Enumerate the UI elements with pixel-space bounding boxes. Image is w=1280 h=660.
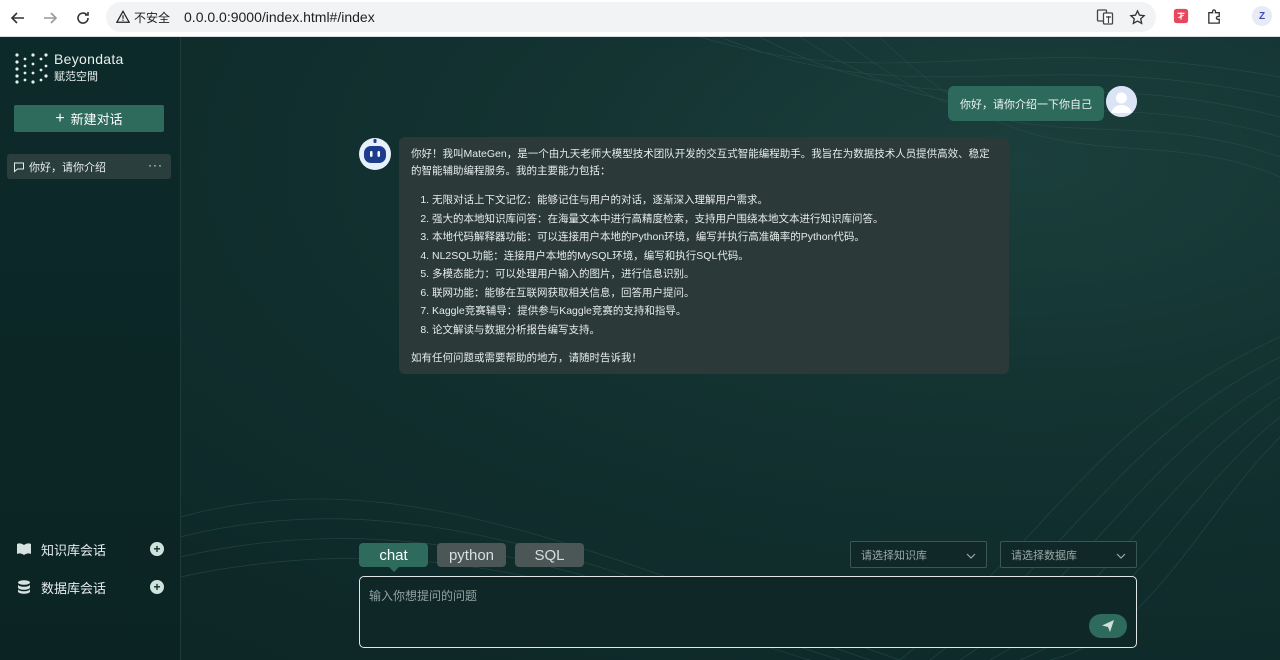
add-knowledge-base-icon[interactable]: + [150,542,164,556]
bot-capability-list: 无限对话上下文记忆：能够记住与用户的对话，逐渐深入理解用户需求。 强大的本地知识… [432,191,997,339]
user-avatar [1106,86,1137,117]
translate-icon[interactable] [1096,8,1114,26]
bot-avatar-icon [359,138,391,170]
list-item: NL2SQL功能：连接用户本地的MySQL环境，编写和执行SQL代码。 [432,247,997,266]
logo-text-en: Beyondata [54,51,124,67]
mode-tab-sql[interactable]: SQL [515,543,584,567]
reload-icon[interactable] [72,7,94,29]
security-label: 不安全 [134,10,171,25]
new-chat-button[interactable]: + 新建对话 [14,105,164,132]
new-chat-label: 新建对话 [70,112,123,127]
forward-icon[interactable] [39,7,61,29]
knowledge-base-select-placeholder: 请选择知识库 [861,549,927,562]
chevron-down-icon [1116,553,1126,559]
warning-icon [116,10,130,23]
bot-outro-text: 如有任何问题或需要帮助的地方，请随时告诉我！ [411,352,642,364]
url-text[interactable]: 0.0.0.0:9000/index.html#/index [184,9,375,25]
user-message-text: 你好，请你介绍一下你自己 [960,98,1092,111]
list-item: 多模态能力：可以处理用户输入的图片，进行信息识别。 [432,265,997,284]
user-message-bubble: 你好，请你介绍一下你自己 [948,86,1104,121]
mode-tab-chat[interactable]: chat [359,543,428,572]
database-icon [18,580,30,594]
database-section[interactable]: 数据库会话 + [16,577,166,597]
app-container: Beyondata 赋范空間 + 新建对话 你好，请你介绍 ··· 知识库会话 … [0,37,1280,660]
profile-avatar[interactable]: Z [1252,6,1272,26]
address-bar[interactable]: 不安全 0.0.0.0:9000/index.html#/index [106,2,1156,32]
logo: Beyondata 赋范空間 [14,51,124,84]
list-item: 强大的本地知识库问答：在海量文本中进行高精度检索，支持用户围绕本地文本进行知识库… [432,210,997,229]
message-input[interactable]: 输入你想提问的问题 [359,576,1137,648]
database-select-placeholder: 请选择数据库 [1011,549,1077,562]
sidebar: Beyondata 赋范空間 + 新建对话 你好，请你介绍 ··· 知识库会话 … [0,37,181,660]
message-input-placeholder: 输入你想提问的问题 [369,589,478,603]
extensions-area [1205,7,1223,25]
list-item: Kaggle竞赛辅导：提供参与Kaggle竞赛的支持和指导。 [432,302,997,321]
chevron-down-icon [966,553,976,559]
list-item: 无限对话上下文记忆：能够记住与用户的对话，逐渐深入理解用户需求。 [432,191,997,210]
bookmark-star-icon[interactable] [1128,8,1146,26]
list-item: 联网功能：能够在互联网获取相关信息，回答用户提问。 [432,284,997,303]
list-item: 本地代码解释器功能：可以连接用户本地的Python环境，编写并执行高准确率的Py… [432,228,997,247]
knowledge-base-label: 知识库会话 [41,542,107,558]
extension-area [1172,7,1190,25]
database-label: 数据库会话 [41,580,107,596]
mode-tab-python[interactable]: python [437,543,506,567]
list-item: 论文解读与数据分析报告编写支持。 [432,321,997,340]
bot-intro-text: 你好！我叫MateGen，是一个由九天老师大模型技术团队开发的交互式智能编程助手… [411,148,990,177]
bot-message-bubble: 你好！我叫MateGen，是一个由九天老师大模型技术团队开发的交互式智能编程助手… [399,137,1009,374]
add-database-icon[interactable]: + [150,580,164,594]
logo-text-cn: 赋范空間 [54,71,98,83]
send-icon [1102,620,1114,632]
security-indicator[interactable]: 不安全 [116,9,170,26]
conversation-item[interactable]: 你好，请你介绍 ··· [7,154,171,179]
logo-mark-icon [15,52,48,84]
browser-toolbar: 不安全 0.0.0.0:9000/index.html#/index Z [0,0,1280,37]
profile-initial: Z [1252,6,1272,26]
extension-red-icon[interactable] [1172,7,1190,25]
chat-bubble-icon [14,162,24,173]
database-select[interactable]: 请选择数据库 [1000,541,1137,568]
more-options-icon[interactable]: ··· [148,158,163,172]
puzzle-icon[interactable] [1205,7,1223,25]
knowledge-base-select[interactable]: 请选择知识库 [850,541,987,568]
book-icon [17,543,31,555]
knowledge-base-section[interactable]: 知识库会话 + [16,539,166,559]
plus-icon: + [55,109,65,127]
send-button[interactable] [1089,614,1127,638]
conversation-title: 你好，请你介绍 [29,161,106,174]
user-avatar-icon [1106,86,1137,117]
back-icon[interactable] [7,7,29,29]
